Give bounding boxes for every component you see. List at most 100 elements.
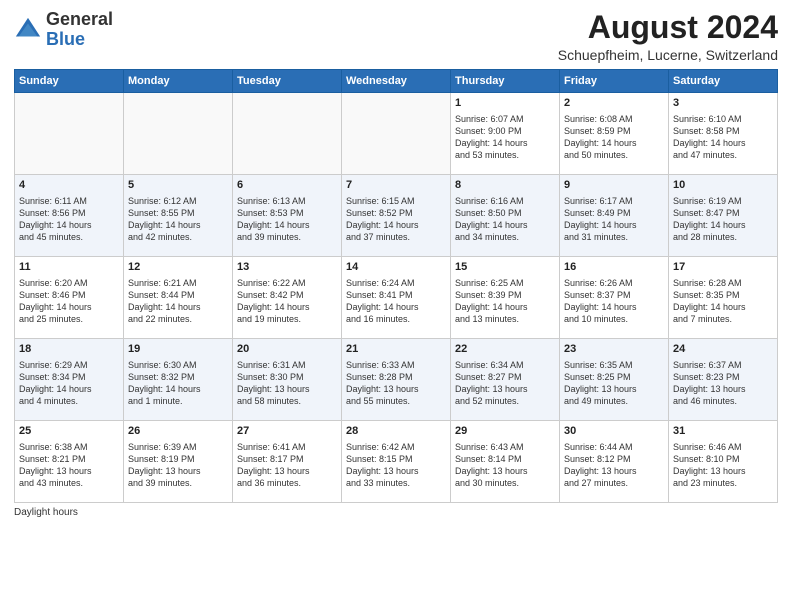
calendar-cell: 26 Sunrise: 6:39 AM Sunset: 8:19 PM Dayli… <box>124 421 233 503</box>
calendar-cell: 7Sunrise: 6:15 AM Sunset: 8:52 PM Daylig… <box>342 175 451 257</box>
header: General Blue August 2024 Schuepfheim, Lu… <box>14 10 778 63</box>
day-info: Sunrise: 6:41 AM Sunset: 8:17 PM Dayligh… <box>237 441 337 490</box>
day-info: Sunrise: 6:07 AM Sunset: 9:00 PM Dayligh… <box>455 113 555 162</box>
day-number: 28 <box>346 424 446 439</box>
calendar-cell: 19 Sunrise: 6:30 AM Sunset: 8:32 PM Dayli… <box>124 339 233 421</box>
calendar-cell: 16 Sunrise: 6:26 AM Sunset: 8:37 PM Dayli… <box>560 257 669 339</box>
calendar-cell: 27 Sunrise: 6:41 AM Sunset: 8:17 PM Dayli… <box>233 421 342 503</box>
calendar-cell: 18 Sunrise: 6:29 AM Sunset: 8:34 PM Dayli… <box>15 339 124 421</box>
calendar-cell: 8 Sunrise: 6:16 AM Sunset: 8:50 PM Daylig… <box>451 175 560 257</box>
day-number: 18 <box>19 342 119 357</box>
day-info: Sunrise: 6:15 AM Sunset: 8:52 PM Dayligh… <box>346 195 446 244</box>
day-info: Sunrise: 6:10 AM Sunset: 8:58 PM Dayligh… <box>673 113 773 162</box>
day-info: Sunrise: 6:34 AM Sunset: 8:27 PM Dayligh… <box>455 359 555 408</box>
day-number: 15 <box>455 260 555 275</box>
day-number: 27 <box>237 424 337 439</box>
calendar-header-row: SundayMondayTuesdayWednesdayThursdayFrid… <box>15 70 778 93</box>
calendar-cell: 1 Sunrise: 6:07 AM Sunset: 9:00 PM Daylig… <box>451 93 560 175</box>
calendar-cell: 23Sunrise: 6:35 AM Sunset: 8:25 PM Dayli… <box>560 339 669 421</box>
day-info: Sunrise: 6:28 AM Sunset: 8:35 PM Dayligh… <box>673 277 773 326</box>
day-number: 17 <box>673 260 773 275</box>
calendar-cell: 3 Sunrise: 6:10 AM Sunset: 8:58 PM Daylig… <box>669 93 778 175</box>
logo-blue: Blue <box>46 29 85 49</box>
title-block: August 2024 Schuepfheim, Lucerne, Switze… <box>558 10 778 63</box>
day-info: Sunrise: 6:12 AM Sunset: 8:55 PM Dayligh… <box>128 195 228 244</box>
calendar-cell: 30Sunrise: 6:44 AM Sunset: 8:12 PM Dayli… <box>560 421 669 503</box>
day-number: 23 <box>564 342 664 357</box>
calendar-cell <box>233 93 342 175</box>
day-number: 26 <box>128 424 228 439</box>
calendar-week-row: 18 Sunrise: 6:29 AM Sunset: 8:34 PM Dayli… <box>15 339 778 421</box>
day-info: Sunrise: 6:13 AM Sunset: 8:53 PM Dayligh… <box>237 195 337 244</box>
calendar-cell: 28 Sunrise: 6:42 AM Sunset: 8:15 PM Dayli… <box>342 421 451 503</box>
month-title: August 2024 <box>558 10 778 45</box>
day-info: Sunrise: 6:08 AM Sunset: 8:59 PM Dayligh… <box>564 113 664 162</box>
calendar-header-monday: Monday <box>124 70 233 93</box>
day-info: Sunrise: 6:37 AM Sunset: 8:23 PM Dayligh… <box>673 359 773 408</box>
day-number: 3 <box>673 96 773 111</box>
calendar-cell: 13Sunrise: 6:22 AM Sunset: 8:42 PM Dayli… <box>233 257 342 339</box>
day-number: 11 <box>19 260 119 275</box>
day-number: 8 <box>455 178 555 193</box>
calendar-week-row: 1 Sunrise: 6:07 AM Sunset: 9:00 PM Daylig… <box>15 93 778 175</box>
day-number: 13 <box>237 260 337 275</box>
day-number: 16 <box>564 260 664 275</box>
day-info: Sunrise: 6:26 AM Sunset: 8:37 PM Dayligh… <box>564 277 664 326</box>
logo-general: General <box>46 9 113 29</box>
day-number: 1 <box>455 96 555 111</box>
day-info: Sunrise: 6:17 AM Sunset: 8:49 PM Dayligh… <box>564 195 664 244</box>
day-number: 19 <box>128 342 228 357</box>
calendar-cell: 5Sunrise: 6:12 AM Sunset: 8:55 PM Daylig… <box>124 175 233 257</box>
day-info: Sunrise: 6:39 AM Sunset: 8:19 PM Dayligh… <box>128 441 228 490</box>
day-info: Sunrise: 6:16 AM Sunset: 8:50 PM Dayligh… <box>455 195 555 244</box>
day-info: Sunrise: 6:46 AM Sunset: 8:10 PM Dayligh… <box>673 441 773 490</box>
calendar-header-friday: Friday <box>560 70 669 93</box>
page: General Blue August 2024 Schuepfheim, Lu… <box>0 0 792 612</box>
calendar-cell: 20 Sunrise: 6:31 AM Sunset: 8:30 PM Dayli… <box>233 339 342 421</box>
day-info: Sunrise: 6:33 AM Sunset: 8:28 PM Dayligh… <box>346 359 446 408</box>
legend: Daylight hours <box>14 507 778 518</box>
day-number: 4 <box>19 178 119 193</box>
calendar-cell: 10Sunrise: 6:19 AM Sunset: 8:47 PM Dayli… <box>669 175 778 257</box>
calendar-table: SundayMondayTuesdayWednesdayThursdayFrid… <box>14 69 778 503</box>
calendar-cell: 24 Sunrise: 6:37 AM Sunset: 8:23 PM Dayli… <box>669 339 778 421</box>
calendar-cell <box>342 93 451 175</box>
calendar-cell: 14 Sunrise: 6:24 AM Sunset: 8:41 PM Dayli… <box>342 257 451 339</box>
calendar-week-row: 25Sunrise: 6:38 AM Sunset: 8:21 PM Dayli… <box>15 421 778 503</box>
day-info: Sunrise: 6:11 AM Sunset: 8:56 PM Dayligh… <box>19 195 119 244</box>
calendar-cell: 29Sunrise: 6:43 AM Sunset: 8:14 PM Dayli… <box>451 421 560 503</box>
day-number: 14 <box>346 260 446 275</box>
calendar-cell: 6 Sunrise: 6:13 AM Sunset: 8:53 PM Daylig… <box>233 175 342 257</box>
day-info: Sunrise: 6:38 AM Sunset: 8:21 PM Dayligh… <box>19 441 119 490</box>
calendar-cell: 2Sunrise: 6:08 AM Sunset: 8:59 PM Daylig… <box>560 93 669 175</box>
day-number: 20 <box>237 342 337 357</box>
calendar-cell: 21Sunrise: 6:33 AM Sunset: 8:28 PM Dayli… <box>342 339 451 421</box>
calendar-cell <box>15 93 124 175</box>
day-info: Sunrise: 6:24 AM Sunset: 8:41 PM Dayligh… <box>346 277 446 326</box>
calendar-cell: 15 Sunrise: 6:25 AM Sunset: 8:39 PM Dayli… <box>451 257 560 339</box>
day-info: Sunrise: 6:21 AM Sunset: 8:44 PM Dayligh… <box>128 277 228 326</box>
day-number: 12 <box>128 260 228 275</box>
calendar-week-row: 11 Sunrise: 6:20 AM Sunset: 8:46 PM Dayli… <box>15 257 778 339</box>
calendar-cell: 11 Sunrise: 6:20 AM Sunset: 8:46 PM Dayli… <box>15 257 124 339</box>
day-info: Sunrise: 6:43 AM Sunset: 8:14 PM Dayligh… <box>455 441 555 490</box>
calendar-header-tuesday: Tuesday <box>233 70 342 93</box>
calendar-cell: 17 Sunrise: 6:28 AM Sunset: 8:35 PM Dayli… <box>669 257 778 339</box>
day-info: Sunrise: 6:20 AM Sunset: 8:46 PM Dayligh… <box>19 277 119 326</box>
day-info: Sunrise: 6:29 AM Sunset: 8:34 PM Dayligh… <box>19 359 119 408</box>
day-number: 31 <box>673 424 773 439</box>
calendar-week-row: 4 Sunrise: 6:11 AM Sunset: 8:56 PM Daylig… <box>15 175 778 257</box>
day-number: 6 <box>237 178 337 193</box>
day-number: 24 <box>673 342 773 357</box>
day-info: Sunrise: 6:42 AM Sunset: 8:15 PM Dayligh… <box>346 441 446 490</box>
calendar-cell: 12 Sunrise: 6:21 AM Sunset: 8:44 PM Dayli… <box>124 257 233 339</box>
day-info: Sunrise: 6:25 AM Sunset: 8:39 PM Dayligh… <box>455 277 555 326</box>
calendar-cell: 22Sunrise: 6:34 AM Sunset: 8:27 PM Dayli… <box>451 339 560 421</box>
logo-icon <box>14 16 42 44</box>
day-info: Sunrise: 6:31 AM Sunset: 8:30 PM Dayligh… <box>237 359 337 408</box>
day-info: Sunrise: 6:30 AM Sunset: 8:32 PM Dayligh… <box>128 359 228 408</box>
calendar-cell: 25Sunrise: 6:38 AM Sunset: 8:21 PM Dayli… <box>15 421 124 503</box>
day-info: Sunrise: 6:19 AM Sunset: 8:47 PM Dayligh… <box>673 195 773 244</box>
calendar-header-saturday: Saturday <box>669 70 778 93</box>
logo: General Blue <box>14 10 113 50</box>
